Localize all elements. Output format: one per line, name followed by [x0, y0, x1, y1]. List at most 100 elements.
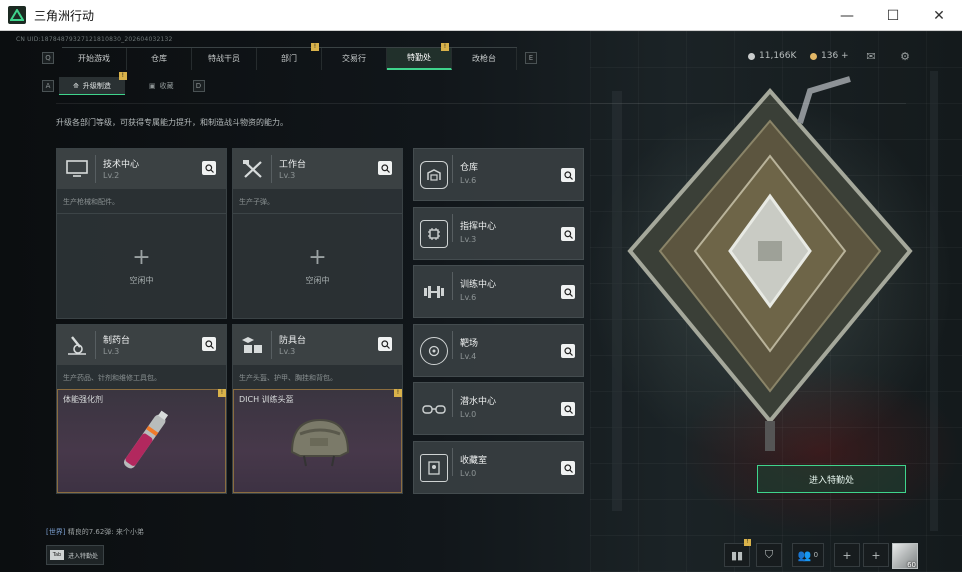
- search-icon[interactable]: [561, 461, 575, 475]
- search-icon[interactable]: [561, 344, 575, 358]
- tab-upgrade-craft[interactable]: ⟰ 升级制造 !: [59, 72, 127, 95]
- search-icon[interactable]: [561, 402, 575, 416]
- scene-pillar: [930, 71, 938, 531]
- close-button[interactable]: ✕: [916, 0, 962, 31]
- injector-item-image: [123, 410, 169, 469]
- friends-button[interactable]: 👥 0: [792, 543, 824, 567]
- tab-label: 升级制造: [82, 81, 111, 90]
- mask-icon[interactable]: ⛉: [756, 543, 782, 567]
- search-icon[interactable]: [202, 161, 216, 175]
- window-title: 三角洲行动: [34, 8, 95, 23]
- craft-slot-product[interactable]: 体能强化剂 !: [57, 389, 226, 493]
- add-team-button[interactable]: +: [863, 543, 889, 567]
- chat-line[interactable]: [世界] 精良的7.62弹: 来个小弟: [46, 527, 144, 537]
- search-icon[interactable]: [561, 285, 575, 299]
- friends-icon: 👥: [797, 548, 812, 562]
- facility-name: 靶场: [460, 339, 479, 349]
- hammer-icon: [239, 157, 267, 181]
- facility-name: 训练中心: [460, 280, 497, 290]
- sub-nav: A ⟰ 升级制造 ! ▣ 收藏 D: [42, 72, 205, 95]
- tab-gunsmith[interactable]: 改枪台: [452, 47, 517, 70]
- idle-status: 空闲中: [305, 275, 330, 285]
- gear-icon[interactable]: ⚙: [898, 49, 912, 63]
- search-icon[interactable]: [202, 337, 216, 351]
- tab-key: Tab: [50, 550, 64, 560]
- nav-prev-key[interactable]: Q: [42, 52, 54, 64]
- nav-next-key[interactable]: E: [525, 52, 537, 64]
- maximize-button[interactable]: ☐: [870, 0, 916, 31]
- facility-card-warehouse[interactable]: 仓库 Lv.6: [413, 148, 584, 201]
- armor-icon: [239, 333, 267, 357]
- stats-icon[interactable]: ▮▮!: [724, 539, 751, 567]
- notification-badge: !: [118, 72, 127, 80]
- facility-card-diving-center[interactable]: 潜水中心 Lv.0: [413, 382, 584, 435]
- facility-name: 指挥中心: [460, 222, 497, 232]
- sub-next-key[interactable]: D: [192, 80, 205, 92]
- tab-operators[interactable]: 特战干员: [192, 47, 257, 70]
- facility-card-armor-bench[interactable]: 防具台 Lv.3 生产头盔、护甲、胸挂和背包。 DICH 训练头盔 !: [232, 324, 403, 494]
- tab-trading[interactable]: 交易行: [322, 47, 387, 70]
- special-ops-cube-model: [627, 76, 913, 451]
- facility-level: Lv.3: [103, 347, 120, 356]
- tab-label: 特战干员: [208, 54, 240, 63]
- separator: [95, 331, 96, 359]
- facility-name: 防具台: [279, 336, 307, 346]
- facility-description: 生产头盔、护甲、胸挂和背包。: [239, 374, 337, 382]
- facility-name: 潜水中心: [460, 397, 497, 407]
- add-friend-button[interactable]: +: [834, 543, 860, 567]
- chat-channel: [世界]: [46, 528, 66, 536]
- facility-name: 收藏室: [460, 456, 488, 466]
- tab-label: 交易行: [342, 54, 366, 63]
- facility-level: Lv.0: [460, 469, 477, 478]
- enter-special-ops-button[interactable]: 进入特勤处: [757, 465, 906, 493]
- facility-name: 技术中心: [103, 160, 140, 170]
- notification-badge: !: [441, 42, 449, 51]
- craft-slot-idle[interactable]: + 空闲中: [233, 213, 402, 318]
- craft-slot-idle[interactable]: + 空闲中: [57, 213, 226, 318]
- facility-card-training-center[interactable]: 训练中心 Lv.6: [413, 265, 584, 318]
- sub-prev-key[interactable]: A: [42, 80, 54, 92]
- idle-status: 空闲中: [129, 275, 154, 285]
- facility-card-shooting-range[interactable]: 靶场 Lv.4: [413, 324, 584, 377]
- facility-level: Lv.3: [279, 347, 296, 356]
- tab-start-game[interactable]: 开始游戏: [62, 47, 127, 70]
- computer-icon: [63, 157, 91, 181]
- currency-value: 136 +: [821, 51, 849, 61]
- currency-gold[interactable]: 136 +: [810, 51, 849, 61]
- facility-card-pharmacy[interactable]: 制药台 Lv.3 生产药品、针剂和维修工具包。 体能强化剂 !: [56, 324, 227, 494]
- notification-badge: !: [311, 42, 319, 51]
- product-name: 体能强化剂: [63, 395, 103, 404]
- friends-count: 0: [813, 551, 819, 559]
- tab-collection[interactable]: ▣ 收藏: [135, 77, 188, 95]
- dumbbell-icon: [420, 278, 448, 306]
- tab-label: 开始游戏: [78, 54, 110, 63]
- chat-sender: 精良的7.62弹:: [67, 528, 114, 536]
- search-icon[interactable]: [561, 168, 575, 182]
- mail-icon[interactable]: ✉: [864, 49, 878, 63]
- notification-badge: !: [744, 539, 751, 546]
- display-case-icon: [420, 454, 448, 482]
- tab-departments[interactable]: 部门!: [257, 42, 322, 70]
- tab-warehouse[interactable]: 仓库: [127, 47, 192, 70]
- facility-card-collection-room[interactable]: 收藏室 Lv.0: [413, 441, 584, 494]
- upgrade-icon: ⟰: [73, 81, 79, 90]
- currency-silver[interactable]: 11,166K: [748, 51, 796, 61]
- bottom-enter-button[interactable]: Tab 进入特勤处: [46, 545, 104, 565]
- search-icon[interactable]: [378, 337, 392, 351]
- search-icon[interactable]: [561, 227, 575, 241]
- avatar[interactable]: 60: [892, 543, 918, 569]
- separator: [452, 214, 453, 242]
- search-icon[interactable]: [378, 161, 392, 175]
- craft-slot-product[interactable]: DICH 训练头盔 !: [233, 389, 402, 493]
- tab-special-ops[interactable]: 特勤处!: [387, 42, 452, 70]
- page-description: 升级各部门等级，可获得专属能力提升，和制造战斗物资的能力。: [56, 118, 288, 127]
- facility-level: Lv.3: [460, 235, 477, 244]
- minimize-button[interactable]: —: [824, 0, 870, 31]
- target-icon: [420, 337, 448, 365]
- facility-description: 生产枪械和配件。: [63, 198, 119, 206]
- plus-icon: +: [308, 244, 327, 270]
- facility-card-tech-center[interactable]: 技术中心 Lv.2 生产枪械和配件。 + 空闲中: [56, 148, 227, 319]
- facility-card-command-center[interactable]: 指挥中心 Lv.3: [413, 207, 584, 260]
- tab-label: 改枪台: [472, 54, 496, 63]
- facility-card-workbench[interactable]: 工作台 Lv.3 生产子弹。 + 空闲中: [232, 148, 403, 319]
